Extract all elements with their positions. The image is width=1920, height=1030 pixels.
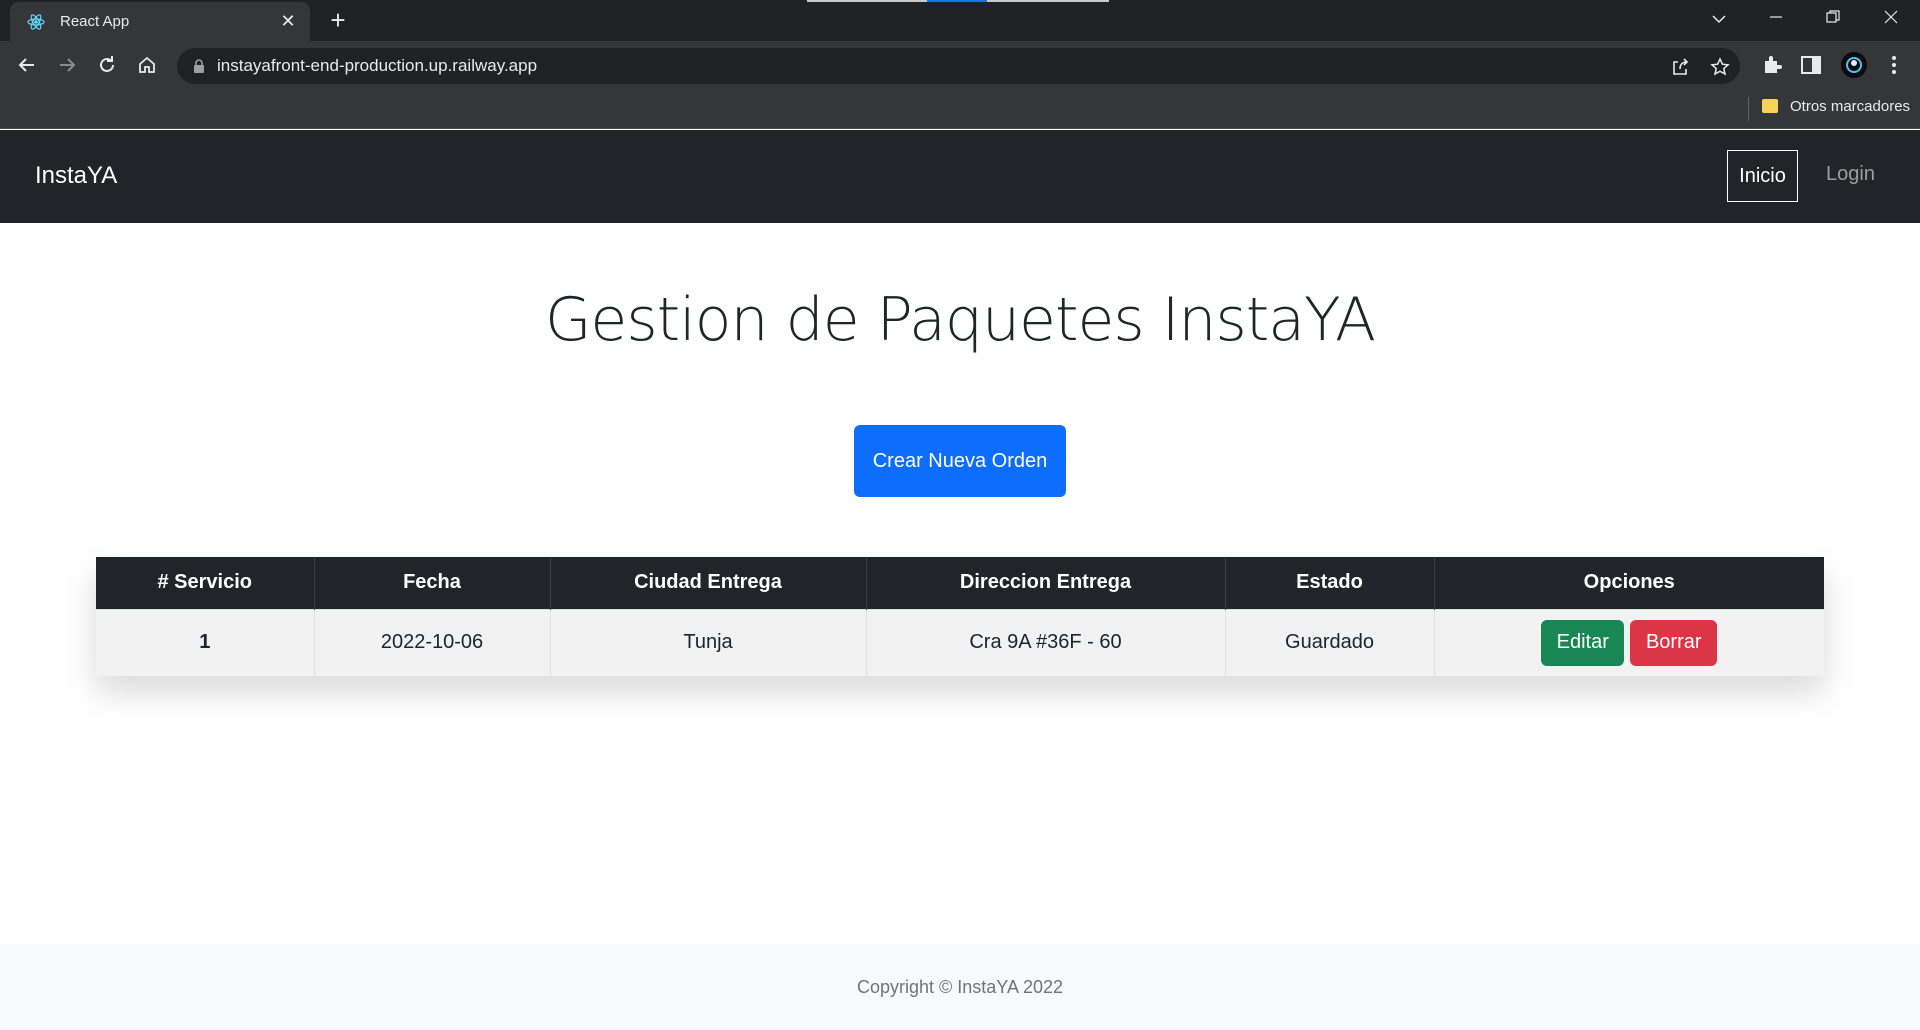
browser-toolbar: instayafront-end-production.up.railway.a… <box>0 41 1920 89</box>
cell-opciones: Editar Borrar <box>1434 608 1824 676</box>
bookmarks-separator <box>1748 97 1749 121</box>
header-fecha: Fecha <box>314 557 551 609</box>
create-order-button[interactable]: Crear Nueva Orden <box>854 425 1066 497</box>
bookmark-folder-otros[interactable]: Otros marcadores <box>1790 98 1910 115</box>
bookmarks-bar: Otros marcadores <box>0 89 1920 129</box>
nav-link-login[interactable]: Login <box>1826 163 1875 186</box>
cell-estado: Guardado <box>1225 608 1435 676</box>
restore-icon[interactable] <box>1818 8 1848 32</box>
lock-icon <box>194 59 204 73</box>
orders-table-container: # Servicio Fecha Ciudad Entrega Direccio… <box>96 557 1824 676</box>
forward-icon[interactable] <box>53 51 81 79</box>
nav-link-inicio[interactable]: Inicio <box>1727 150 1798 202</box>
system-indicator <box>987 0 1109 2</box>
react-logo-icon <box>27 13 45 30</box>
tab-search-chevron-icon[interactable] <box>1704 8 1734 32</box>
bookmark-star-icon[interactable] <box>1710 57 1730 77</box>
copyright-text: Copyright © InstaYA 2022 <box>856 977 1064 997</box>
header-opciones: Opciones <box>1434 557 1824 609</box>
navbar-brand[interactable]: InstaYA <box>35 162 117 190</box>
app-navbar: InstaYA Inicio Login <box>0 130 1920 223</box>
cell-ciudad: Tunja <box>550 608 867 676</box>
reload-icon[interactable] <box>93 51 121 79</box>
tab-title: React App <box>60 13 130 30</box>
browser-tab[interactable]: React App ✕ <box>10 2 310 41</box>
page-title: Gestion de Paquetes InstaYA <box>544 285 1376 355</box>
side-panel-icon[interactable] <box>1799 53 1823 77</box>
new-tab-icon[interactable]: + <box>325 7 351 34</box>
system-indicator <box>807 0 927 2</box>
browser-tab-strip: React App ✕ + <box>0 0 1920 41</box>
close-window-icon[interactable] <box>1876 8 1906 32</box>
orders-table: # Servicio Fecha Ciudad Entrega Direccio… <box>96 557 1824 676</box>
header-ciudad: Ciudad Entrega <box>550 557 867 609</box>
address-bar[interactable]: instayafront-end-production.up.railway.a… <box>177 48 1740 84</box>
extensions-icon[interactable] <box>1761 53 1785 77</box>
tab-close-icon[interactable]: ✕ <box>278 11 298 32</box>
cell-direccion: Cra 9A #36F - 60 <box>866 608 1226 676</box>
delete-button[interactable]: Borrar <box>1630 619 1718 666</box>
header-direccion: Direccion Entrega <box>866 557 1226 609</box>
table-header-row: # Servicio Fecha Ciudad Entrega Direccio… <box>96 557 1824 609</box>
table-row: 1 2022-10-06 Tunja Cra 9A #36F - 60 Guar… <box>96 608 1824 676</box>
minimize-icon[interactable] <box>1761 8 1791 32</box>
system-indicator-active <box>927 0 987 2</box>
header-servicio: # Servicio <box>96 557 315 609</box>
cell-fecha: 2022-10-06 <box>314 608 551 676</box>
back-icon[interactable] <box>13 51 41 79</box>
header-estado: Estado <box>1225 557 1435 609</box>
url-text: instayafront-end-production.up.railway.a… <box>217 56 538 75</box>
home-icon[interactable] <box>133 51 161 79</box>
share-icon[interactable] <box>1670 57 1690 77</box>
page-footer: Copyright © InstaYA 2022 <box>0 944 1920 1030</box>
edit-button[interactable]: Editar <box>1541 619 1625 666</box>
folder-icon <box>1762 99 1778 113</box>
profile-avatar-icon[interactable] <box>1840 51 1868 79</box>
cell-servicio: 1 <box>96 608 315 676</box>
menu-dots-icon[interactable] <box>1882 53 1906 77</box>
